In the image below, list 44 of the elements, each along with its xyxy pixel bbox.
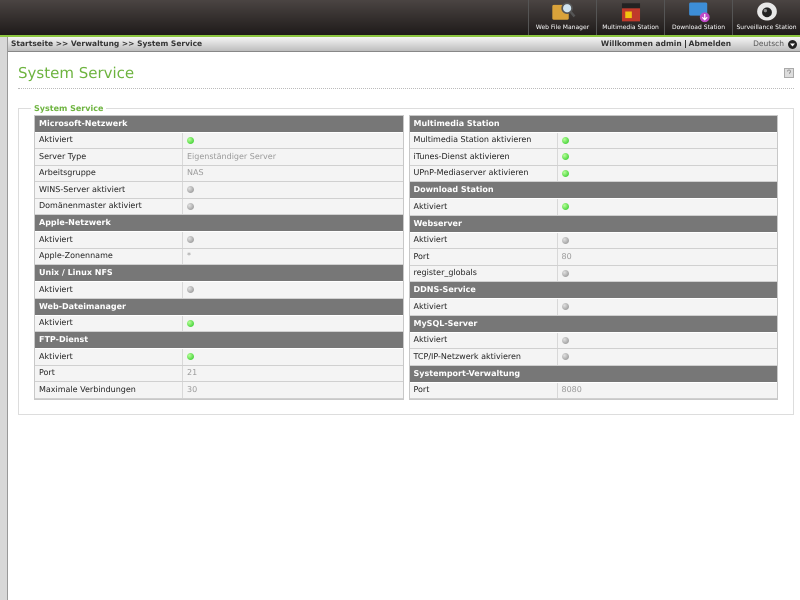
row-label: Port bbox=[410, 249, 558, 264]
section-header: Systemport-Verwaltung bbox=[410, 366, 777, 382]
section-header: FTP-Dienst bbox=[35, 332, 402, 349]
row-label: Aktiviert bbox=[410, 199, 558, 214]
row-label: Aktiviert bbox=[410, 232, 558, 248]
section-header: Apple-Netzwerk bbox=[35, 215, 402, 232]
row-label: Aktiviert bbox=[35, 316, 183, 331]
section-header: Webserver bbox=[410, 216, 777, 232]
row-label: register_globals bbox=[410, 266, 558, 281]
row-label: Domänenmaster aktiviert bbox=[35, 198, 183, 214]
row-label: Aktiviert bbox=[35, 349, 183, 364]
row-label: WINS-Server aktiviert bbox=[35, 182, 183, 198]
row-label: Arbeitsgruppe bbox=[35, 166, 183, 181]
row-label: Port bbox=[35, 366, 183, 381]
row-label: TCP/IP-Netzwerk aktivieren bbox=[410, 349, 558, 364]
section-header: Web-Dateimanager bbox=[35, 298, 402, 316]
row-value: 30 bbox=[187, 384, 198, 396]
section-header: Download Station bbox=[410, 182, 777, 199]
row-label: Aktiviert bbox=[410, 299, 558, 314]
section-header: DDNS-Service bbox=[410, 282, 777, 299]
section-header: Multimedia Station bbox=[410, 116, 777, 132]
row-value: 80 bbox=[562, 250, 572, 263]
row-label: Port bbox=[410, 382, 558, 398]
row-label: Multimedia Station aktivieren bbox=[410, 132, 558, 148]
row-label: Apple-Zonenname bbox=[35, 248, 183, 264]
row-label: Server Type bbox=[35, 149, 183, 164]
section-header: Microsoft-Netzwerk bbox=[35, 116, 402, 132]
row-label: Aktiviert bbox=[35, 232, 183, 248]
row-label: Aktiviert bbox=[35, 282, 183, 298]
row-value: Eigenständiger Server bbox=[187, 150, 276, 163]
row-label: Aktiviert bbox=[410, 332, 558, 348]
row-label: Aktiviert bbox=[35, 132, 183, 148]
row-label: Maximale Verbindungen bbox=[35, 382, 183, 398]
row-label: iTunes-Dienst aktivieren bbox=[410, 149, 558, 164]
row-value: 21 bbox=[187, 367, 198, 380]
group-title: System Service bbox=[33, 102, 104, 114]
help-icon[interactable] bbox=[784, 68, 794, 78]
page-title: System Service bbox=[18, 63, 134, 84]
section-header: Unix / Linux NFS bbox=[35, 265, 402, 282]
row-value: * bbox=[187, 250, 191, 262]
row-value: 8080 bbox=[562, 384, 582, 396]
section-header: MySQL-Server bbox=[410, 316, 777, 332]
row-label: UPnP-Mediaserver aktivieren bbox=[410, 166, 558, 181]
row-value: NAS bbox=[187, 167, 204, 180]
